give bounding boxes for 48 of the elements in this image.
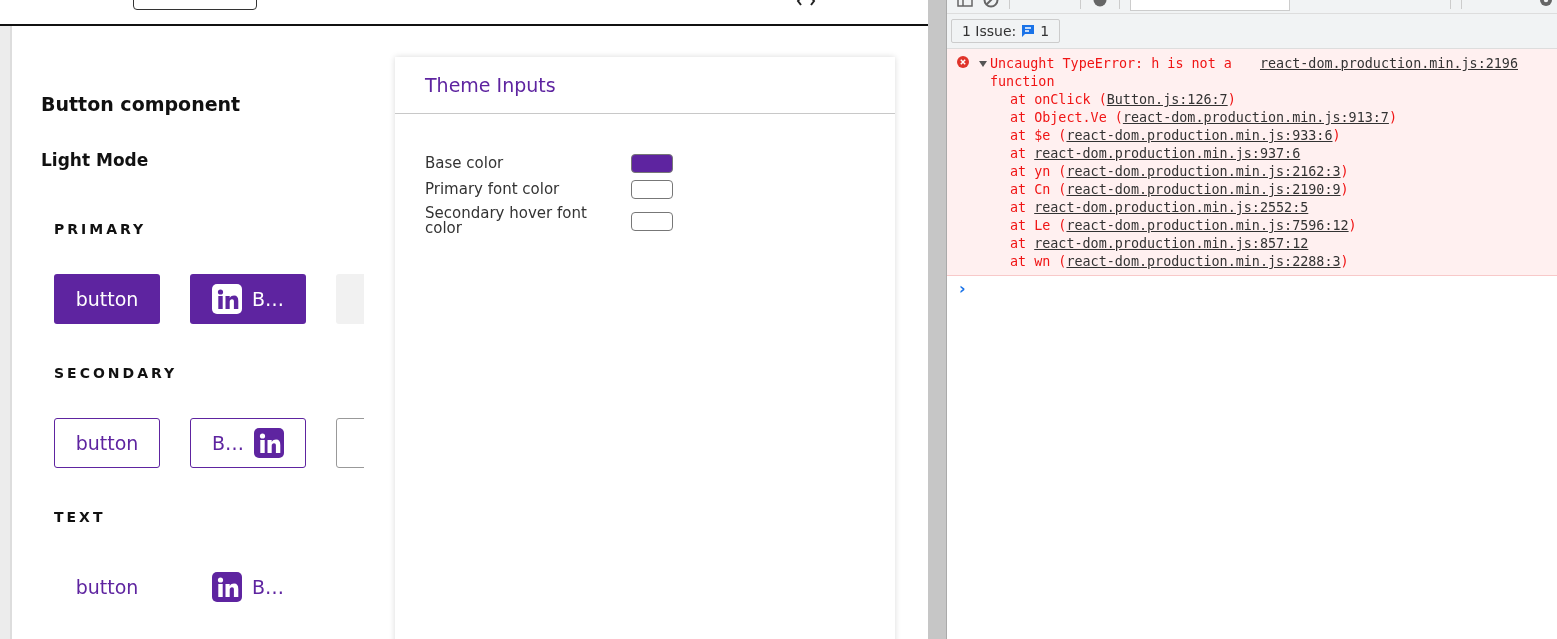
stack-link[interactable]: react-dom.production.min.js:933:6 — [1066, 128, 1333, 143]
message-icon — [1021, 24, 1036, 38]
stack-frame: at onClick (Button.js:126:7) — [979, 91, 1518, 109]
stack-link[interactable]: react-dom.production.min.js:2190:9 — [1066, 182, 1341, 197]
stack-link[interactable]: react-dom.production.min.js:2162:3 — [1066, 164, 1341, 179]
stack-frame: at Cn (react-dom.production.min.js:2190:9) — [979, 181, 1518, 199]
stack-link[interactable]: react-dom.production.min.js:937:6 — [1034, 146, 1301, 161]
linkedin-icon — [254, 428, 284, 458]
source-link[interactable]: react-dom.production.min.js:2196 — [1260, 55, 1518, 73]
stack-frame: at Le (react-dom.production.min.js:7596:12) — [979, 217, 1518, 235]
field-label: Primary font color — [425, 182, 561, 197]
stack-frame: at Object.Ve (react-dom.production.min.js:913:7) — [979, 109, 1518, 127]
color-picker[interactable] — [631, 180, 673, 199]
component-heading: Button component — [41, 93, 242, 115]
linkedin-icon — [211, 572, 242, 602]
expand-triangle-icon[interactable] — [979, 60, 987, 68]
demo-button[interactable]: B… — [190, 562, 306, 612]
mode-heading: Light Mode — [41, 150, 150, 170]
issues-button[interactable]: 1 Issue: 1 — [951, 19, 1061, 43]
demo-button[interactable]: button — [54, 562, 160, 612]
code-icon[interactable] — [795, 0, 817, 7]
stack-frame: at wn (react-dom.production.min.js:2288:3) — [979, 253, 1518, 271]
stack-link[interactable]: react-dom.production.min.js:7596:12 — [1066, 218, 1349, 233]
demo-button[interactable]: B… — [190, 418, 306, 468]
stack-link[interactable]: react-dom.production.min.js:2288:3 — [1066, 254, 1341, 269]
color-picker[interactable] — [631, 154, 673, 173]
card-title: Theme Inputs — [395, 57, 895, 114]
stack-link[interactable]: react-dom.production.min.js:913:7 — [1122, 110, 1389, 125]
error-icon — [957, 56, 969, 68]
linkedin-icon — [211, 284, 242, 314]
stack-frame: at $e (react-dom.production.min.js:933:6) — [979, 127, 1518, 145]
demo-button[interactable]: button — [54, 418, 160, 468]
stack-frame: at react-dom.production.min.js:937:6 — [979, 145, 1518, 163]
field-label: Secondary hover font color — [425, 206, 588, 236]
stack-link[interactable]: react-dom.production.min.js:857:12 — [1034, 236, 1309, 251]
section-title: SECONDARY — [54, 365, 179, 381]
stack-frame: at react-dom.production.min.js:857:12 — [979, 235, 1518, 253]
demo-button[interactable]: button — [54, 274, 160, 324]
stack-link[interactable]: react-dom.production.min.js:2552:5 — [1034, 200, 1309, 215]
section-title: TEXT — [54, 509, 107, 525]
stack-frame: at react-dom.production.min.js:2552:5 — [979, 199, 1518, 217]
color-picker[interactable] — [631, 211, 673, 231]
stack-link[interactable]: Button.js:126:7 — [1106, 92, 1228, 107]
stack-frame: at yn (react-dom.production.min.js:2162:3) — [979, 163, 1518, 181]
console-prompt[interactable]: › — [959, 279, 966, 298]
section-title: PRIMARY — [54, 221, 148, 237]
field-label: Base color — [425, 156, 505, 171]
demo-button[interactable]: B… — [190, 274, 306, 324]
